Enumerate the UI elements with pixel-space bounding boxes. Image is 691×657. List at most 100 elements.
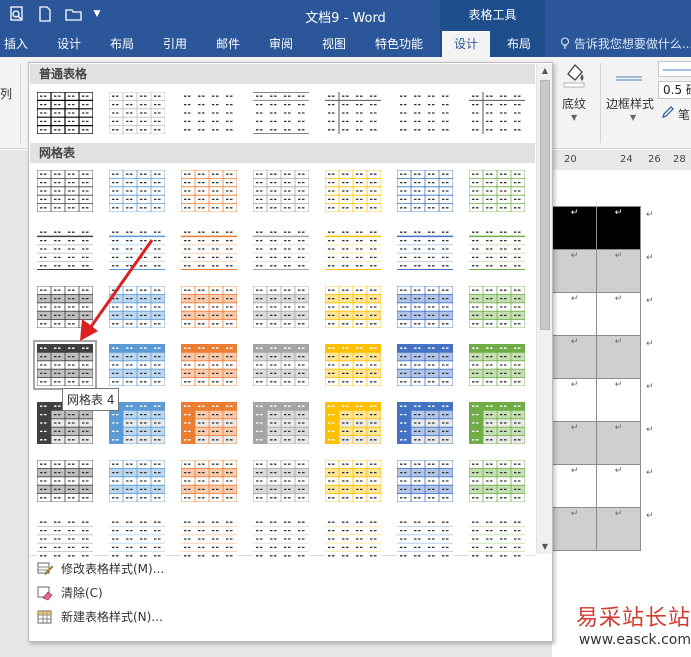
plain-table-style[interactable] — [253, 92, 309, 134]
grid-table-style[interactable] — [397, 170, 453, 212]
tab-references[interactable]: 引用 — [158, 31, 192, 57]
grid-table-style[interactable] — [325, 402, 381, 444]
grid-table-style[interactable] — [469, 460, 525, 502]
grid-table-style[interactable] — [181, 402, 237, 444]
grid-table-style[interactable] — [181, 228, 237, 270]
grid-table-style[interactable] — [325, 228, 381, 270]
grid-table-style[interactable] — [109, 460, 165, 502]
document-table-cell[interactable]: ↵ — [596, 507, 641, 551]
grid-table-style[interactable] — [33, 340, 97, 390]
document-table-cell[interactable]: ↵ — [552, 206, 597, 250]
modify-style-icon — [37, 561, 54, 577]
grid-table-style[interactable] — [469, 170, 525, 212]
grid-table-style[interactable] — [109, 344, 165, 386]
grid-table-style[interactable] — [397, 518, 453, 560]
grid-table-style[interactable] — [469, 286, 525, 328]
plain-table-style[interactable] — [181, 92, 237, 134]
grid-table-style[interactable] — [397, 228, 453, 270]
document-table-cell[interactable]: ↵ — [596, 464, 641, 508]
border-styles-button[interactable]: 边框样式 — [606, 95, 654, 112]
border-styles-dropdown-icon[interactable]: ▼ — [630, 113, 636, 122]
paragraph-mark: ↵ — [646, 511, 654, 521]
new-style-icon — [37, 609, 53, 625]
scroll-down-arrow-icon[interactable]: ▼ — [537, 540, 553, 554]
shading-icon[interactable] — [560, 60, 588, 91]
grid-table-style[interactable] — [37, 460, 93, 502]
scroll-up-arrow-icon[interactable]: ▲ — [537, 64, 553, 78]
document-table-cell[interactable]: ↵ — [552, 335, 597, 379]
grid-table-style[interactable] — [253, 460, 309, 502]
grid-table-style[interactable] — [469, 518, 525, 560]
pen-color-label[interactable]: 笔 — [678, 106, 690, 123]
clear-table-style-item[interactable]: 清除(C) — [33, 582, 530, 604]
tab-review[interactable]: 审阅 — [264, 31, 298, 57]
grid-table-style[interactable] — [181, 286, 237, 328]
grid-table-style[interactable] — [325, 286, 381, 328]
grid-table-style[interactable] — [37, 518, 93, 560]
section-plain-tables: 普通表格 — [30, 64, 535, 84]
grid-table-style[interactable] — [469, 228, 525, 270]
grid-table-style[interactable] — [109, 518, 165, 560]
plain-table-style[interactable] — [469, 92, 525, 134]
tab-table-design[interactable]: 设计 — [442, 31, 490, 57]
document-table-cell[interactable]: ↵ — [596, 206, 641, 250]
grid-table-style[interactable] — [397, 344, 453, 386]
grid-table-style[interactable] — [253, 286, 309, 328]
pen-weight-select[interactable]: 0.5 磅 — [658, 81, 691, 99]
grid-table-style[interactable] — [181, 518, 237, 560]
grid-table-style[interactable] — [109, 170, 165, 212]
document-table-cell[interactable]: ↵ — [596, 378, 641, 422]
tab-design[interactable]: 设计 — [52, 31, 86, 57]
grid-table-style[interactable] — [253, 170, 309, 212]
document-table-cell[interactable]: ↵ — [552, 249, 597, 293]
grid-table-style[interactable] — [253, 344, 309, 386]
grid-table-style[interactable] — [253, 402, 309, 444]
plain-table-style[interactable] — [109, 92, 165, 134]
document-table-cell[interactable]: ↵ — [552, 292, 597, 336]
scroll-thumb[interactable] — [540, 80, 550, 330]
tab-special-features[interactable]: 特色功能 — [370, 31, 428, 57]
pen-style-box[interactable] — [658, 61, 691, 77]
document-table-cell[interactable]: ↵ — [552, 378, 597, 422]
pen-color-icon[interactable] — [661, 105, 675, 122]
tab-view[interactable]: 视图 — [317, 31, 351, 57]
document-table-cell[interactable]: ↵ — [596, 335, 641, 379]
tab-mailings[interactable]: 邮件 — [211, 31, 245, 57]
document-table-cell[interactable]: ↵ — [552, 507, 597, 551]
gallery-scrollbar[interactable]: ▲ ▼ — [536, 64, 552, 554]
document-table-cell[interactable]: ↵ — [596, 421, 641, 465]
plain-table-style[interactable] — [37, 92, 93, 134]
clear-style-label: 清除(C) — [61, 586, 103, 600]
grid-table-style[interactable] — [325, 170, 381, 212]
grid-table-style[interactable] — [397, 286, 453, 328]
grid-table-style[interactable] — [397, 460, 453, 502]
shading-dropdown-icon[interactable]: ▼ — [571, 113, 577, 122]
modify-table-style-item[interactable]: 修改表格样式(M)... — [33, 558, 530, 580]
watermark-cn: 易采站长站 — [575, 606, 691, 631]
grid-table-style[interactable] — [325, 460, 381, 502]
grid-table-style[interactable] — [253, 518, 309, 560]
grid-table-style[interactable] — [181, 460, 237, 502]
grid-table-style[interactable] — [181, 344, 237, 386]
grid-table-style[interactable] — [469, 402, 525, 444]
tab-insert[interactable]: 插入 — [0, 31, 32, 57]
document-table-cell[interactable]: ↵ — [596, 249, 641, 293]
grid-table-style[interactable] — [469, 344, 525, 386]
grid-table-style[interactable] — [181, 170, 237, 212]
new-table-style-item[interactable]: 新建表格样式(N)... — [33, 606, 530, 628]
grid-table-style[interactable] — [253, 228, 309, 270]
tab-table-layout[interactable]: 布局 — [500, 31, 538, 57]
ruler-tick: 24 — [620, 154, 633, 165]
grid-table-style[interactable] — [37, 170, 93, 212]
document-table-cell[interactable]: ↵ — [552, 464, 597, 508]
document-table-cell[interactable]: ↵ — [552, 421, 597, 465]
document-table-cell[interactable]: ↵ — [596, 292, 641, 336]
plain-table-style[interactable] — [325, 92, 381, 134]
tell-me-box[interactable]: 告诉我您想要做什么... — [560, 31, 691, 57]
grid-table-style[interactable] — [325, 518, 381, 560]
plain-table-style[interactable] — [397, 92, 453, 134]
grid-table-style[interactable] — [325, 344, 381, 386]
shading-button[interactable]: 底纹 — [562, 95, 586, 112]
tab-layout[interactable]: 布局 — [105, 31, 139, 57]
grid-table-style[interactable] — [397, 402, 453, 444]
